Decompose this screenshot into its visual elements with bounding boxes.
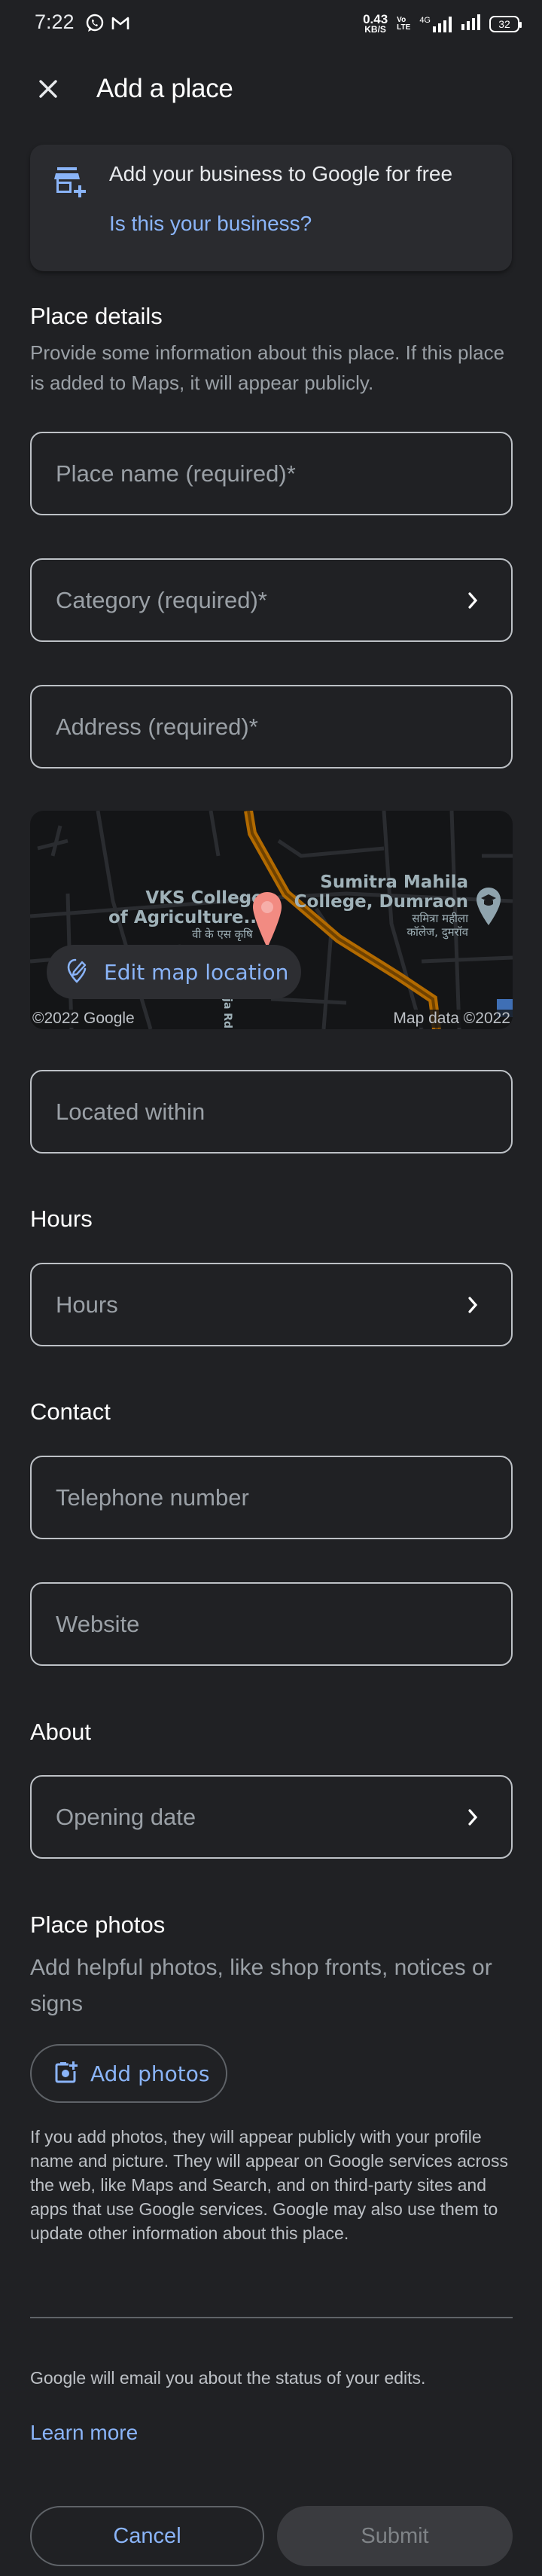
whatsapp-icon bbox=[85, 14, 105, 37]
submit-button[interactable]: Submit bbox=[277, 2506, 513, 2566]
place-name-placeholder: Place name (required)* bbox=[56, 460, 296, 487]
telephone-input[interactable]: Telephone number bbox=[30, 1456, 513, 1539]
school-poi-icon[interactable] bbox=[475, 886, 502, 930]
opening-date-select[interactable]: Opening date bbox=[30, 1775, 513, 1859]
photos-disclaimer: If you add photos, they will appear publ… bbox=[30, 2127, 508, 2243]
map-attribution-google: ©2022 Google bbox=[30, 1010, 137, 1028]
signal-sim2-icon bbox=[461, 14, 480, 34]
close-icon bbox=[38, 79, 58, 102]
address-placeholder: Address (required)* bbox=[56, 713, 258, 740]
about-heading: About bbox=[30, 1719, 92, 1745]
hours-placeholder: Hours bbox=[56, 1291, 118, 1318]
signal-sim1-icon: 4G bbox=[419, 16, 452, 32]
located-within-input[interactable]: Located within bbox=[30, 1070, 513, 1154]
close-button[interactable] bbox=[30, 74, 66, 107]
place-photos-heading: Place photos bbox=[30, 1911, 166, 1938]
learn-more-link[interactable]: Learn more bbox=[30, 2421, 138, 2445]
add-photo-icon bbox=[54, 2061, 78, 2087]
status-indicators: 0.43 KB/S Vo LTE 4G 32 bbox=[363, 13, 522, 35]
status-time: 7:22 bbox=[35, 11, 75, 33]
divider bbox=[30, 2317, 513, 2318]
gmail-icon bbox=[111, 16, 129, 35]
category-select[interactable]: Category (required)* bbox=[30, 558, 513, 642]
volte-bottom: LTE bbox=[397, 23, 411, 32]
volte-indicator: Vo LTE bbox=[397, 15, 411, 32]
map-attribution-data: Map data ©2022 bbox=[391, 1010, 513, 1028]
cancel-button[interactable]: Cancel bbox=[30, 2506, 264, 2566]
hours-select[interactable]: Hours bbox=[30, 1263, 513, 1346]
page-title: Add a place bbox=[96, 74, 233, 103]
place-details-heading: Place details bbox=[30, 303, 163, 329]
map-preview[interactable]: VKS College of Agriculture... वी के एस क… bbox=[30, 811, 513, 1029]
category-placeholder: Category (required)* bbox=[56, 586, 267, 613]
email-status-note: Google will email you about the status o… bbox=[30, 2368, 426, 2388]
website-placeholder: Website bbox=[56, 1610, 140, 1637]
map-label-sumitra-line1: Sumitra Mahila bbox=[320, 872, 468, 892]
add-photos-label: Add photos bbox=[90, 2061, 210, 2086]
chevron-right-icon bbox=[464, 589, 481, 612]
edit-location-icon bbox=[66, 958, 87, 987]
address-input[interactable]: Address (required)* bbox=[30, 685, 513, 769]
chevron-right-icon bbox=[464, 1806, 481, 1829]
edit-map-location-label: Edit map location bbox=[104, 959, 289, 985]
volte-top: Vo bbox=[397, 15, 406, 24]
contact-heading: Contact bbox=[30, 1398, 111, 1425]
network-type: 4G bbox=[419, 15, 431, 25]
opening-date-placeholder: Opening date bbox=[56, 1803, 196, 1830]
edit-map-location-button[interactable]: Edit map location bbox=[47, 945, 301, 999]
is-this-your-business-link[interactable]: Is this your business? bbox=[109, 212, 312, 236]
add-photos-button[interactable]: Add photos bbox=[30, 2044, 227, 2103]
website-input[interactable]: Website bbox=[30, 1582, 513, 1666]
add-business-icon bbox=[54, 166, 89, 201]
network-speed: 0.43 KB/S bbox=[363, 13, 388, 35]
add-business-text: Add your business to Google for free bbox=[109, 162, 453, 185]
battery-icon: 32 bbox=[489, 15, 522, 32]
battery-level: 32 bbox=[498, 17, 510, 30]
located-within-placeholder: Located within bbox=[56, 1098, 206, 1125]
chevron-right-icon bbox=[464, 1294, 481, 1316]
place-name-input[interactable]: Place name (required)* bbox=[30, 432, 513, 515]
place-photos-description: Add helpful photos, like shop fronts, no… bbox=[30, 1955, 492, 2016]
place-details-description: Provide some information about this plac… bbox=[30, 341, 505, 394]
net-speed-unit: KB/S bbox=[364, 24, 386, 35]
telephone-placeholder: Telephone number bbox=[56, 1484, 249, 1511]
hours-heading: Hours bbox=[30, 1205, 93, 1232]
